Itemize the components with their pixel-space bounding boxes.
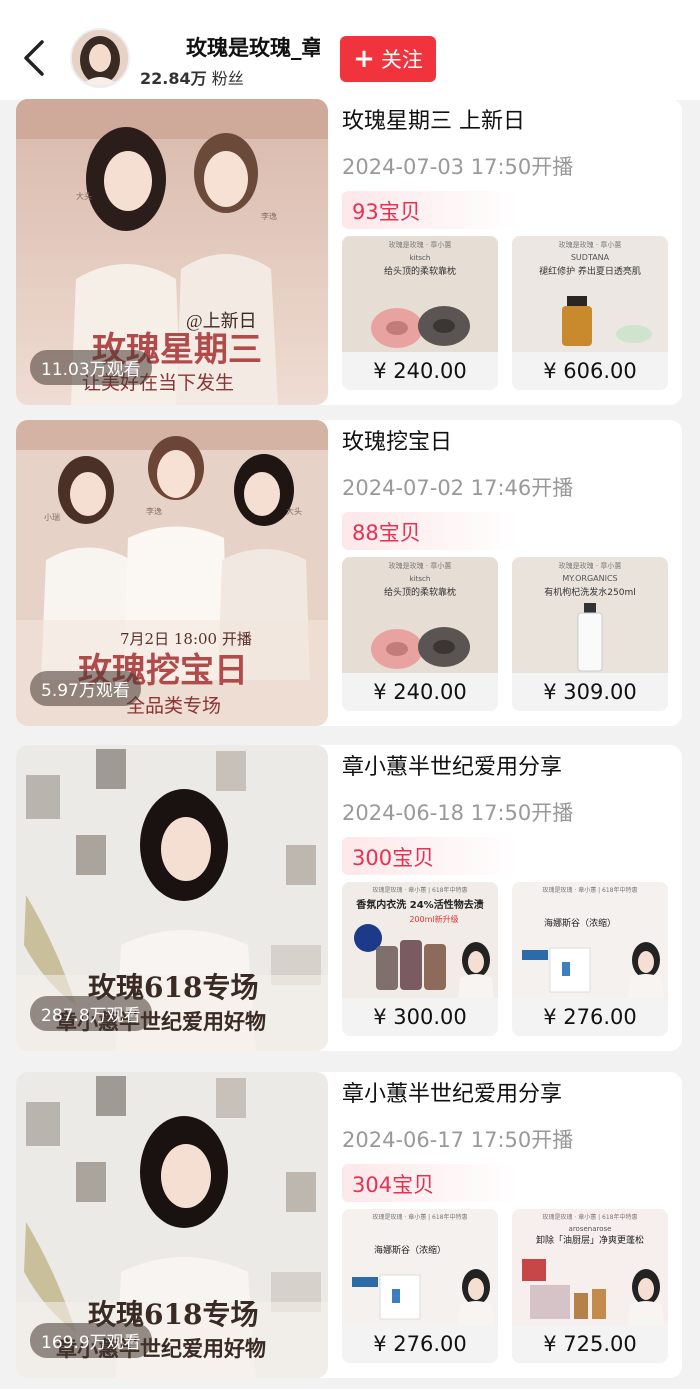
product-caption: 卸除「油厨层」净爽更蓬松 [536, 1234, 644, 1246]
stream-title: 章小蕙半世纪爱用分享 [342, 755, 563, 780]
fans-label: 粉丝 [211, 69, 244, 88]
product-caption: 褪红修护 养出夏日透亮肌 [539, 265, 641, 277]
product-price: ¥ 240.00 [342, 352, 498, 390]
profile-header: 玫瑰是玫瑰_章 22.84万 粉丝 + 关注 [0, 0, 700, 100]
view-count: 169.9万观看 [30, 1323, 152, 1358]
fans-count: 22.84万 粉丝 [140, 65, 244, 89]
stream-date: 2024-07-02 17:46开播 [342, 476, 574, 500]
cover-name-tag: 大头 [286, 506, 302, 516]
product-header: 玫瑰是玫瑰 · 章小蕙 | 618年中特惠 [372, 886, 467, 894]
product-brand: kitsch [410, 254, 431, 262]
product-price: ¥ 309.00 [512, 673, 668, 711]
stream-card[interactable]: 大头 李逸 @上新日 玫瑰星期三 让美好在当下发生 11.03万观看 玫瑰星期三… [16, 99, 682, 405]
back-button[interactable] [18, 36, 54, 80]
product-caption: 香氛内衣洗 24%活性物去渍 [356, 898, 483, 911]
product-subcaption: 200ml新升级 [409, 914, 458, 924]
stream-cover[interactable]: 玫瑰618专场 章小蕙半世纪爱用好物 287.8万观看 [16, 745, 328, 1051]
product-header: 玫瑰是玫瑰 · 章小蕙 | 618年中特惠 [542, 1213, 637, 1221]
plus-icon: + [353, 44, 375, 74]
product-price: ¥ 240.00 [342, 673, 498, 711]
cover-name-tag: 李逸 [146, 506, 162, 516]
product-card[interactable]: 玫瑰是玫瑰 · 章小蕙 | 618年中特惠 arosenarose 卸除「油厨层… [512, 1209, 668, 1363]
profile-name: 玫瑰是玫瑰_章 [186, 36, 320, 60]
follow-label: 关注 [380, 48, 423, 72]
product-caption: 海娜斯谷（浓缩） [544, 917, 616, 929]
product-price: ¥ 606.00 [512, 352, 668, 390]
stream-cover[interactable]: 小瑞 李逸 大头 7月2日 18:00 开播 玫瑰挖宝日 全品类专场 5.97万… [16, 420, 328, 726]
chevron-left-icon [24, 40, 44, 76]
product-header: 玫瑰是玫瑰 · 章小蕙 [559, 561, 622, 570]
product-header: 玫瑰是玫瑰 · 章小蕙 | 618年中特惠 [542, 886, 637, 894]
stream-card[interactable]: 玫瑰618专场 章小蕙半世纪爱用好物 169.9万观看 章小蕙半世纪爱用分享 2… [16, 1072, 682, 1378]
product-price: ¥ 725.00 [512, 1325, 668, 1363]
view-count: 5.97万观看 [30, 671, 141, 706]
stream-cover[interactable]: 大头 李逸 @上新日 玫瑰星期三 让美好在当下发生 11.03万观看 [16, 99, 328, 405]
product-card[interactable]: 玫瑰是玫瑰 · 章小蕙 MY.ORGANICS 有机枸杞洗发水250ml ¥ 3… [512, 557, 668, 711]
product-brand: kitsch [410, 575, 431, 583]
stream-title: 玫瑰挖宝日 [342, 430, 453, 455]
product-card[interactable]: 玫瑰是玫瑰 · 章小蕙 | 618年中特惠 海娜斯谷（浓缩） ¥ 276.00 [342, 1209, 498, 1363]
product-caption: 给头顶的柔软靠枕 [384, 586, 456, 598]
follow-button[interactable]: + 关注 [340, 36, 436, 82]
product-header: 玫瑰是玫瑰 · 章小蕙 [389, 240, 452, 249]
stream-date: 2024-06-17 17:50开播 [342, 1128, 574, 1152]
stream-title: 玫瑰星期三 上新日 [342, 109, 525, 134]
product-caption: 海娜斯谷（浓缩） [374, 1244, 446, 1256]
product-card[interactable]: 玫瑰是玫瑰 · 章小蕙 | 618年中特惠 海娜斯谷（浓缩） ¥ 276.00 [512, 882, 668, 1036]
product-header: 玫瑰是玫瑰 · 章小蕙 [389, 561, 452, 570]
cover-name-tag: 李逸 [261, 211, 277, 221]
stream-date: 2024-06-18 17:50开播 [342, 801, 574, 825]
product-caption: 给头顶的柔软靠枕 [384, 265, 456, 277]
view-count: 11.03万观看 [30, 350, 152, 385]
item-count-badge[interactable]: 88宝贝 [342, 512, 520, 550]
cover-subtitle: @上新日 [186, 311, 257, 331]
product-brand: MY.ORGANICS [562, 574, 617, 583]
cover-name-tag: 大头 [76, 191, 92, 201]
product-brand: SUDTANA [571, 253, 610, 262]
fans-number: 22.84万 [140, 69, 207, 88]
view-count: 287.8万观看 [30, 996, 152, 1031]
cover-time: 7月2日 18:00 开播 [120, 630, 252, 648]
item-count-badge[interactable]: 304宝贝 [342, 1164, 520, 1202]
cover-slogan: 全品类专场 [126, 695, 221, 717]
product-price: ¥ 300.00 [342, 998, 498, 1036]
product-brand: arosenarose [569, 1225, 612, 1233]
product-price: ¥ 276.00 [342, 1325, 498, 1363]
product-header: 玫瑰是玫瑰 · 章小蕙 [559, 240, 622, 249]
cover-name-tag: 小瑞 [44, 512, 60, 522]
avatar[interactable] [70, 28, 130, 88]
product-header: 玫瑰是玫瑰 · 章小蕙 | 618年中特惠 [372, 1213, 467, 1221]
stream-card[interactable]: 小瑞 李逸 大头 7月2日 18:00 开播 玫瑰挖宝日 全品类专场 5.97万… [16, 420, 682, 726]
item-count-badge[interactable]: 300宝贝 [342, 837, 520, 875]
product-card[interactable]: 玫瑰是玫瑰 · 章小蕙 SUDTANA 褪红修护 养出夏日透亮肌 ¥ 606.0… [512, 236, 668, 390]
product-price: ¥ 276.00 [512, 998, 668, 1036]
item-count-badge[interactable]: 93宝贝 [342, 191, 520, 229]
stream-date: 2024-07-03 17:50开播 [342, 155, 574, 179]
stream-card[interactable]: 玫瑰618专场 章小蕙半世纪爱用好物 287.8万观看 章小蕙半世纪爱用分享 2… [16, 745, 682, 1051]
stream-title: 章小蕙半世纪爱用分享 [342, 1082, 563, 1107]
product-caption: 有机枸杞洗发水250ml [544, 586, 635, 598]
product-card[interactable]: 玫瑰是玫瑰 · 章小蕙 kitsch 给头顶的柔软靠枕 ¥ 240.00 [342, 557, 498, 711]
product-card[interactable]: 玫瑰是玫瑰 · 章小蕙 | 618年中特惠 香氛内衣洗 24%活性物去渍 200… [342, 882, 498, 1036]
stream-cover[interactable]: 玫瑰618专场 章小蕙半世纪爱用好物 169.9万观看 [16, 1072, 328, 1378]
product-card[interactable]: 玫瑰是玫瑰 · 章小蕙 kitsch 给头顶的柔软靠枕 ¥ 240.00 [342, 236, 498, 390]
